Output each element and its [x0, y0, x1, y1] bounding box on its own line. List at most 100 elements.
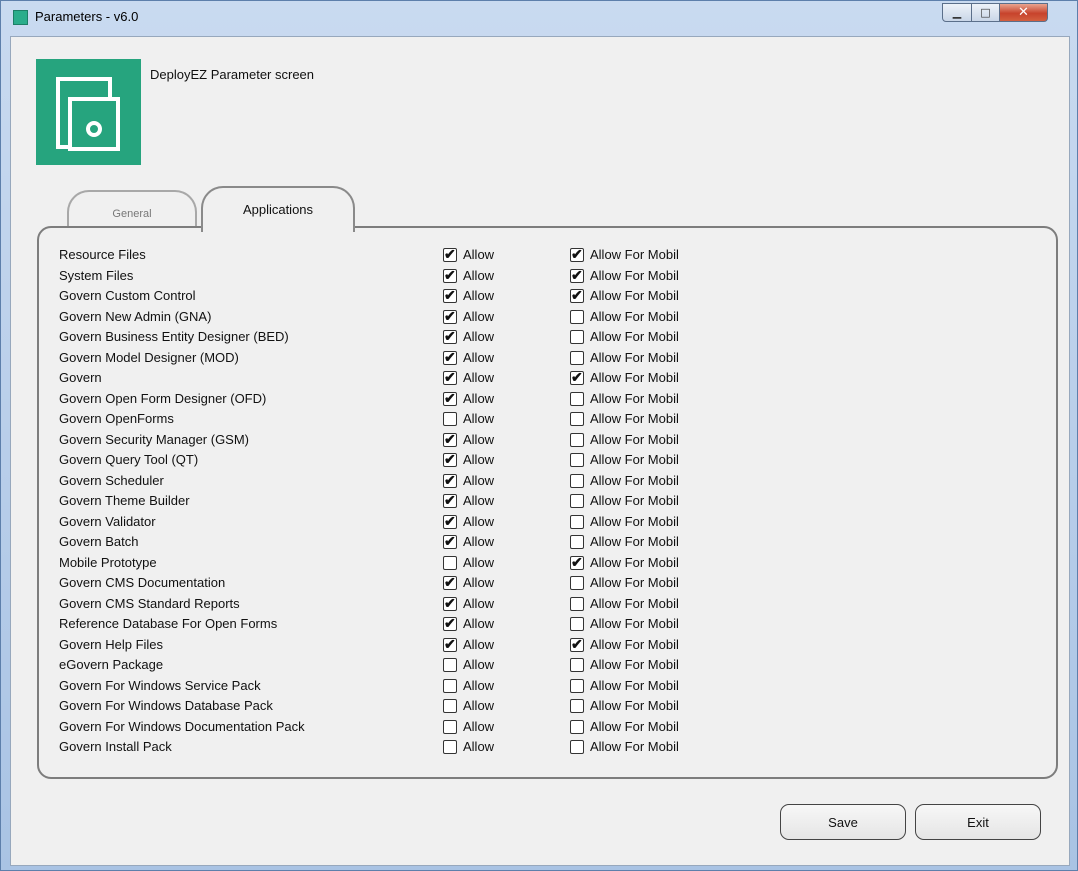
allow-for-mobile-checkbox[interactable]: Allow For Mobil: [570, 330, 705, 344]
checkbox-unchecked-icon[interactable]: [570, 453, 584, 467]
allow-checkbox[interactable]: Allow: [443, 513, 494, 530]
title-bar[interactable]: Parameters - v6.0 ▁ □ ✕: [1, 1, 1077, 37]
checkbox-unchecked-icon[interactable]: [443, 555, 457, 570]
allow-checkbox[interactable]: Allow: [443, 740, 494, 754]
checkbox-unchecked-icon[interactable]: [570, 678, 584, 693]
checkbox-unchecked-icon[interactable]: [570, 576, 584, 590]
allow-for-mobile-checkbox[interactable]: Allow For Mobil: [570, 740, 705, 754]
allow-checkbox[interactable]: Allow: [443, 369, 494, 386]
allow-checkbox[interactable]: Allow: [443, 533, 494, 550]
checkbox-unchecked-icon[interactable]: [570, 658, 584, 672]
checkbox-checked-icon[interactable]: [443, 533, 457, 550]
checkbox-checked-icon[interactable]: [570, 289, 584, 303]
allow-for-mobile-checkbox[interactable]: Allow For Mobil: [570, 576, 705, 590]
checkbox-checked-icon[interactable]: [443, 267, 457, 284]
checkbox-unchecked-icon[interactable]: [570, 412, 584, 426]
allow-for-mobile-checkbox[interactable]: Allow For Mobil: [570, 494, 705, 508]
allow-for-mobile-checkbox[interactable]: Allow For Mobil: [570, 432, 705, 447]
allow-for-mobile-checkbox[interactable]: Allow For Mobil: [570, 473, 705, 488]
allow-checkbox[interactable]: Allow: [443, 328, 494, 345]
checkbox-unchecked-icon[interactable]: [570, 473, 584, 488]
close-button[interactable]: ✕: [1000, 3, 1048, 22]
checkbox-checked-icon[interactable]: [443, 451, 457, 468]
checkbox-checked-icon[interactable]: [443, 472, 457, 489]
allow-checkbox[interactable]: Allow: [443, 595, 494, 612]
allow-for-mobile-checkbox[interactable]: Allow For Mobil: [570, 391, 705, 406]
allow-for-mobile-checkbox[interactable]: Allow For Mobil: [570, 268, 705, 283]
allow-checkbox[interactable]: Allow: [443, 451, 494, 468]
allow-checkbox[interactable]: Allow: [443, 349, 494, 366]
allow-checkbox[interactable]: Allow: [443, 636, 494, 653]
tab-applications[interactable]: Applications: [201, 186, 355, 232]
checkbox-unchecked-icon[interactable]: [443, 678, 457, 693]
allow-checkbox[interactable]: Allow: [443, 678, 494, 693]
exit-button[interactable]: Exit: [915, 804, 1041, 840]
allow-for-mobile-checkbox[interactable]: Allow For Mobil: [570, 350, 705, 365]
allow-for-mobile-checkbox[interactable]: Allow For Mobil: [570, 514, 705, 529]
checkbox-unchecked-icon[interactable]: [570, 699, 584, 713]
checkbox-checked-icon[interactable]: [570, 268, 584, 283]
checkbox-unchecked-icon[interactable]: [570, 309, 584, 324]
checkbox-unchecked-icon[interactable]: [443, 740, 457, 754]
allow-for-mobile-checkbox[interactable]: Allow For Mobil: [570, 678, 705, 693]
checkbox-checked-icon[interactable]: [443, 492, 457, 509]
allow-for-mobile-checkbox[interactable]: Allow For Mobil: [570, 699, 705, 713]
allow-checkbox[interactable]: Allow: [443, 412, 494, 426]
save-button[interactable]: Save: [780, 804, 906, 840]
checkbox-checked-icon[interactable]: [443, 615, 457, 632]
allow-checkbox[interactable]: Allow: [443, 472, 494, 489]
checkbox-checked-icon[interactable]: [443, 431, 457, 448]
checkbox-checked-icon[interactable]: [443, 246, 457, 263]
allow-checkbox[interactable]: Allow: [443, 246, 494, 263]
checkbox-unchecked-icon[interactable]: [570, 432, 584, 447]
checkbox-unchecked-icon[interactable]: [443, 719, 457, 734]
allow-for-mobile-checkbox[interactable]: Allow For Mobil: [570, 309, 705, 324]
checkbox-unchecked-icon[interactable]: [443, 412, 457, 426]
maximize-button[interactable]: □: [972, 3, 1000, 22]
allow-checkbox[interactable]: Allow: [443, 615, 494, 632]
checkbox-checked-icon[interactable]: [570, 248, 584, 262]
allow-checkbox[interactable]: Allow: [443, 308, 494, 325]
checkbox-unchecked-icon[interactable]: [570, 596, 584, 611]
allow-for-mobile-checkbox[interactable]: Allow For Mobil: [570, 637, 705, 652]
checkbox-checked-icon[interactable]: [443, 328, 457, 345]
allow-checkbox[interactable]: Allow: [443, 699, 494, 713]
allow-for-mobile-checkbox[interactable]: Allow For Mobil: [570, 555, 705, 570]
allow-checkbox[interactable]: Allow: [443, 574, 494, 591]
checkbox-unchecked-icon[interactable]: [570, 330, 584, 344]
allow-for-mobile-checkbox[interactable]: Allow For Mobil: [570, 453, 705, 467]
allow-for-mobile-checkbox[interactable]: Allow For Mobil: [570, 289, 705, 303]
allow-checkbox[interactable]: Allow: [443, 658, 494, 672]
checkbox-unchecked-icon[interactable]: [570, 494, 584, 508]
checkbox-checked-icon[interactable]: [443, 308, 457, 325]
allow-for-mobile-checkbox[interactable]: Allow For Mobil: [570, 371, 705, 385]
allow-checkbox[interactable]: Allow: [443, 555, 494, 570]
allow-checkbox[interactable]: Allow: [443, 431, 494, 448]
allow-checkbox[interactable]: Allow: [443, 492, 494, 509]
allow-for-mobile-checkbox[interactable]: Allow For Mobil: [570, 658, 705, 672]
checkbox-checked-icon[interactable]: [570, 555, 584, 570]
minimize-button[interactable]: ▁: [942, 3, 972, 22]
allow-for-mobile-checkbox[interactable]: Allow For Mobil: [570, 596, 705, 611]
checkbox-checked-icon[interactable]: [570, 371, 584, 385]
checkbox-checked-icon[interactable]: [443, 287, 457, 304]
checkbox-unchecked-icon[interactable]: [570, 535, 584, 549]
allow-for-mobile-checkbox[interactable]: Allow For Mobil: [570, 719, 705, 734]
checkbox-unchecked-icon[interactable]: [570, 719, 584, 734]
checkbox-checked-icon[interactable]: [570, 637, 584, 652]
checkbox-checked-icon[interactable]: [443, 349, 457, 366]
allow-for-mobile-checkbox[interactable]: Allow For Mobil: [570, 535, 705, 549]
checkbox-checked-icon[interactable]: [443, 574, 457, 591]
checkbox-unchecked-icon[interactable]: [570, 740, 584, 754]
checkbox-unchecked-icon[interactable]: [443, 658, 457, 672]
allow-for-mobile-checkbox[interactable]: Allow For Mobil: [570, 412, 705, 426]
allow-checkbox[interactable]: Allow: [443, 267, 494, 284]
checkbox-unchecked-icon[interactable]: [570, 350, 584, 365]
checkbox-unchecked-icon[interactable]: [443, 699, 457, 713]
allow-checkbox[interactable]: Allow: [443, 390, 494, 407]
checkbox-unchecked-icon[interactable]: [570, 391, 584, 406]
checkbox-checked-icon[interactable]: [443, 595, 457, 612]
allow-checkbox[interactable]: Allow: [443, 287, 494, 304]
allow-checkbox[interactable]: Allow: [443, 719, 494, 734]
allow-for-mobile-checkbox[interactable]: Allow For Mobil: [570, 617, 705, 631]
